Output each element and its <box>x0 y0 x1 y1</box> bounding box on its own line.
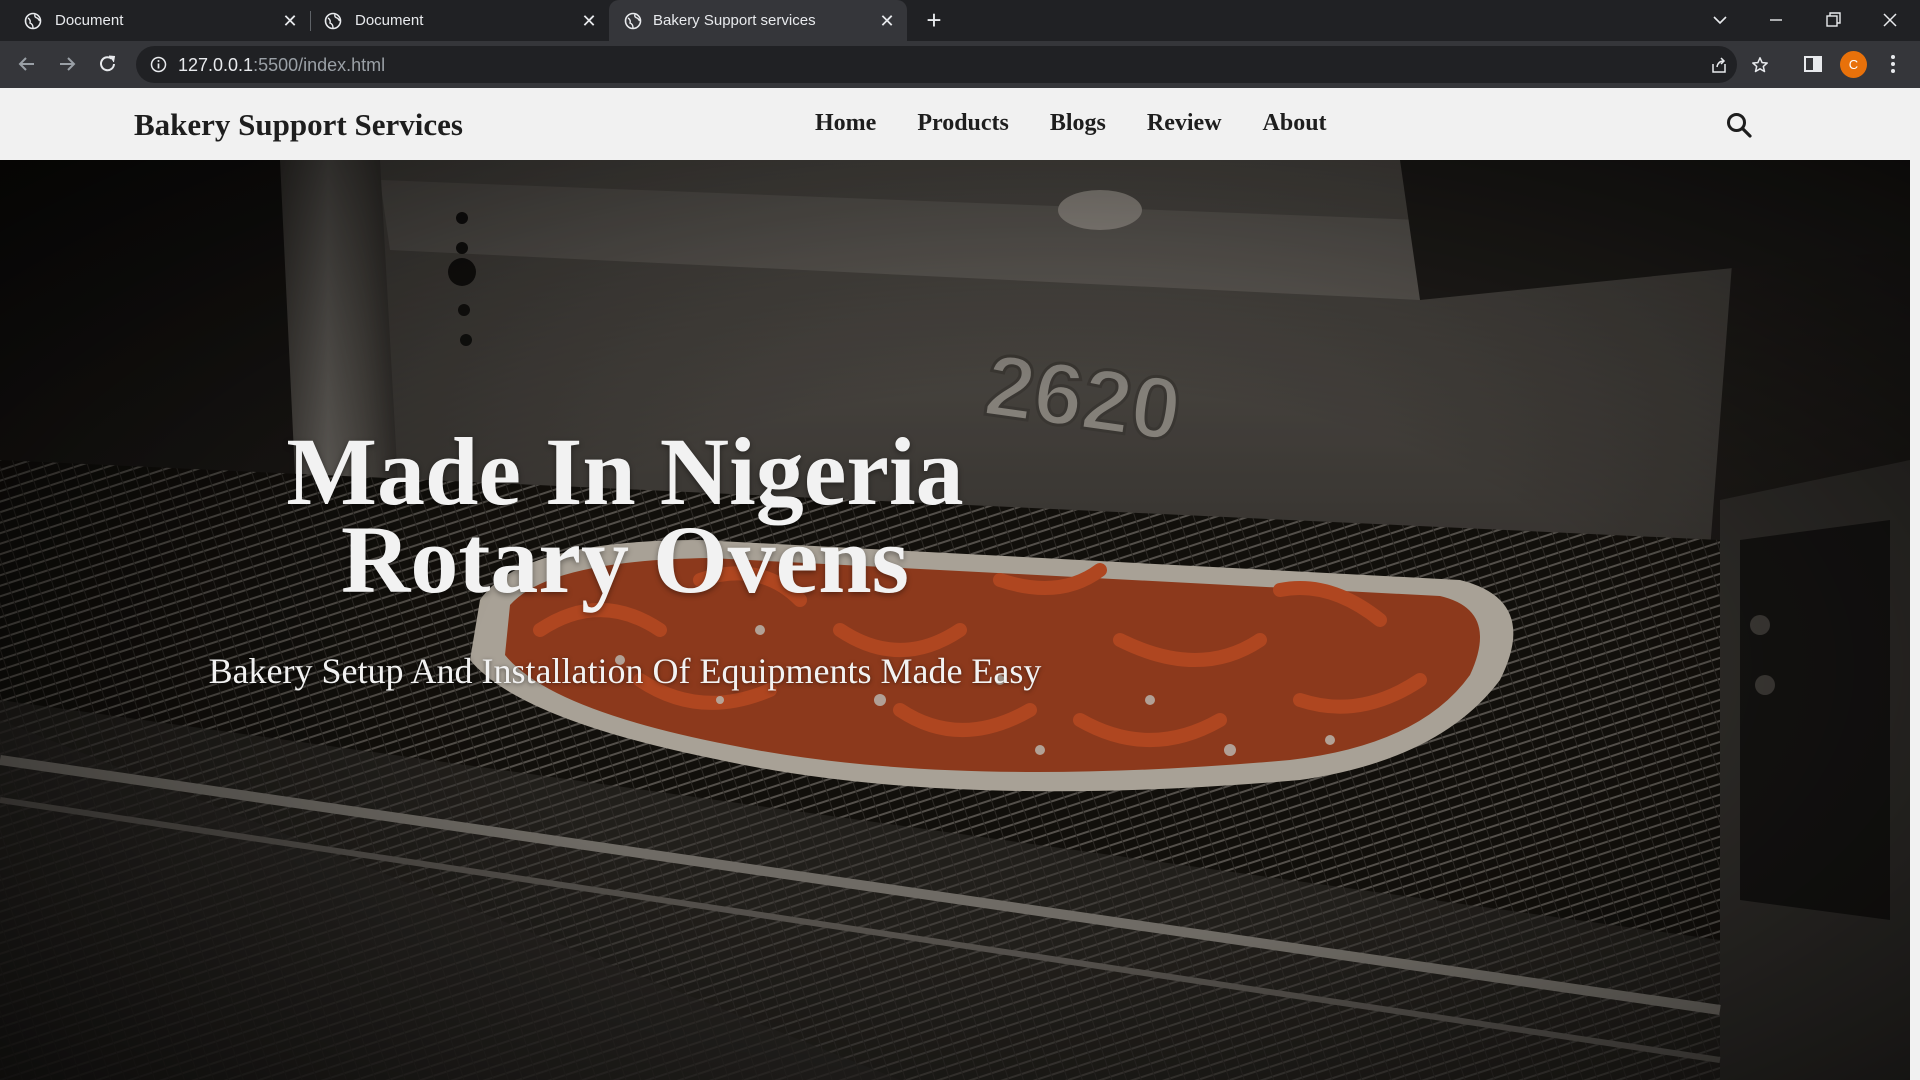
site-brand[interactable]: Bakery Support Services <box>134 107 463 143</box>
globe-icon <box>624 12 642 30</box>
site-navbar: Bakery Support Services Home Products Bl… <box>0 88 1920 160</box>
hero-title-line-2: Rotary Ovens <box>341 506 909 613</box>
globe-icon <box>24 12 42 30</box>
hero-subtitle: Bakery Setup And Installation Of Equipme… <box>208 651 1042 691</box>
globe-icon <box>324 12 342 30</box>
nav-link-about[interactable]: About <box>1263 110 1327 137</box>
close-icon[interactable]: ✕ <box>877 11 897 31</box>
nav-links: Home Products Blogs Review About <box>815 110 1368 137</box>
tab-title: Document <box>55 12 124 29</box>
minimize-icon[interactable] <box>1762 6 1790 34</box>
hero-background-image: 2620 <box>0 160 1910 1080</box>
browser-tab-active[interactable]: Bakery Support services ✕ <box>609 0 907 41</box>
hero-section: 2620 <box>0 160 1910 1080</box>
share-icon[interactable] <box>1710 56 1728 74</box>
nav-link-review[interactable]: Review <box>1147 110 1222 137</box>
search-icon[interactable] <box>1725 111 1753 139</box>
restore-icon[interactable] <box>1819 6 1847 34</box>
url-host: 127.0.0.1 <box>178 55 254 75</box>
nav-link-home[interactable]: Home <box>815 110 876 137</box>
browser-tab[interactable]: Document ✕ <box>0 0 305 41</box>
chevron-down-icon[interactable] <box>1706 6 1734 34</box>
plus-icon[interactable]: + <box>922 7 946 33</box>
nav-link-products[interactable]: Products <box>917 110 1009 137</box>
close-icon[interactable]: ✕ <box>579 11 599 31</box>
tab-title: Document <box>355 12 424 29</box>
window-close-icon[interactable] <box>1876 6 1904 34</box>
tab-title: Bakery Support services <box>653 12 816 29</box>
reload-icon[interactable] <box>94 50 122 78</box>
browser-toolbar: 127.0.0.1:5500/index.html C <box>0 41 1920 88</box>
back-arrow-icon[interactable] <box>13 50 41 78</box>
url-path: :5500/index.html <box>253 55 386 75</box>
kebab-menu-icon[interactable] <box>1880 51 1906 77</box>
browser-tab-strip: Document ✕ Document ✕ Bakery Support ser… <box>0 0 1920 41</box>
star-icon[interactable] <box>1751 56 1769 74</box>
url-text[interactable]: 127.0.0.1:5500/index.html <box>178 55 385 76</box>
info-icon[interactable] <box>150 56 167 73</box>
nav-link-blogs[interactable]: Blogs <box>1050 110 1106 137</box>
forward-arrow-icon[interactable] <box>53 50 81 78</box>
avatar[interactable]: C <box>1840 51 1867 78</box>
hero-title: Made In Nigeria Rotary Ovens <box>150 424 1100 608</box>
side-panel-icon[interactable] <box>1800 51 1826 77</box>
browser-tab[interactable]: Document ✕ <box>300 0 605 41</box>
page-viewport: Bakery Support Services Home Products Bl… <box>0 88 1920 1080</box>
address-bar[interactable]: 127.0.0.1:5500/index.html <box>136 46 1768 83</box>
scrollbar-track[interactable] <box>1910 160 1920 1080</box>
close-icon[interactable]: ✕ <box>280 11 300 31</box>
